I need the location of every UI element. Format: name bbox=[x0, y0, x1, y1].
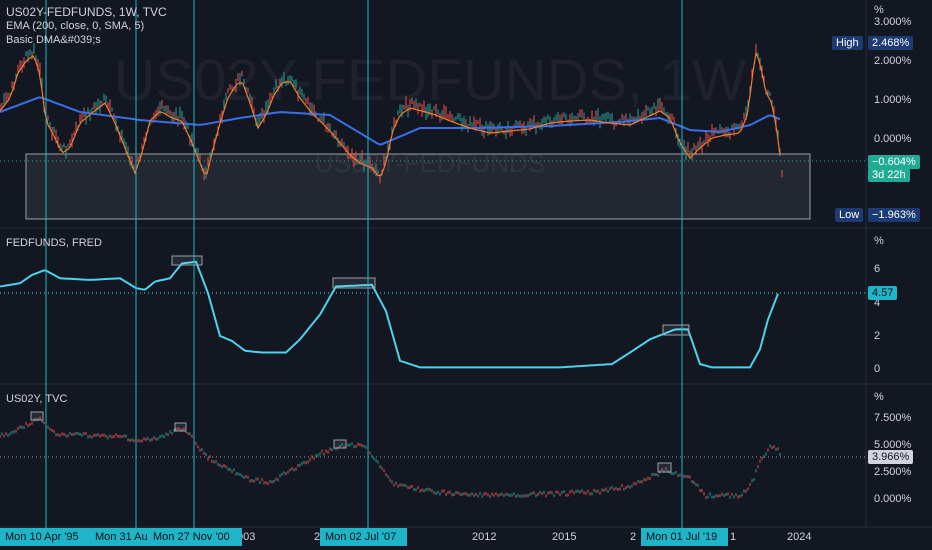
main-axis-tick: 0.000% bbox=[874, 133, 912, 145]
fedfunds-axis-tick: 6 bbox=[874, 263, 881, 275]
watermark-large: US02Y-FEDFUNDS, 1W bbox=[114, 48, 747, 113]
us02y-axis-tick: 2.500% bbox=[874, 466, 912, 478]
fedfunds-rate-line bbox=[0, 260, 779, 369]
fedfunds-current-badge: 4.57 bbox=[868, 286, 898, 300]
fedfunds-axis-tick: 2 bbox=[874, 330, 881, 342]
main-axis-unit: % bbox=[874, 4, 884, 16]
fedfunds-peak-marker bbox=[171, 255, 203, 266]
x-axis-tick: 2024 bbox=[787, 531, 812, 543]
low-value-badge: −1.963% bbox=[868, 208, 920, 222]
date-tag: Mon 27 Nov '00 bbox=[148, 528, 242, 546]
high-label: High bbox=[832, 36, 863, 50]
date-tag: Mon 31 Au bbox=[90, 528, 149, 546]
us02y-axis-unit: % bbox=[874, 391, 884, 403]
main-axis-tick: 3.000% bbox=[874, 16, 912, 28]
x-axis-tick: 1 bbox=[730, 531, 737, 543]
us02y-axis-tick: 7.500% bbox=[874, 412, 912, 424]
ema-indicator-label[interactable]: EMA (200, close, 0, SMA, 5) bbox=[6, 20, 144, 32]
us02y-pane-title[interactable]: US02Y, TVC bbox=[6, 393, 67, 405]
x-axis-tick: 2015 bbox=[552, 531, 577, 543]
bar-countdown: 3d 22h bbox=[868, 168, 910, 182]
us02y-peak-marker bbox=[174, 422, 187, 432]
us02y-current-badge: 3.966% bbox=[868, 450, 914, 464]
us02y-peak-marker bbox=[30, 411, 44, 421]
fedfunds-axis-unit: % bbox=[874, 235, 884, 247]
x-axis-tick: 2012 bbox=[472, 531, 497, 543]
main-axis-tick: 2.000% bbox=[874, 55, 912, 67]
main-axis-tick: 1.000% bbox=[874, 94, 912, 106]
us02y-axis-tick: 0.000% bbox=[874, 493, 912, 505]
current-value-badge: −0.604% bbox=[868, 155, 920, 169]
date-tag: Mon 10 Apr '95 bbox=[0, 528, 90, 546]
dma-indicator-label[interactable]: Basic DMA&#039;s bbox=[6, 34, 101, 46]
x-axis-tick: 2 bbox=[630, 531, 637, 543]
chart-window: US02Y-FEDFUNDS, 1W US02Y-FEDFUNDS US02Y-F… bbox=[0, 0, 932, 550]
low-label: Low bbox=[835, 208, 864, 222]
fedfunds-pane-title[interactable]: FEDFUNDS, FRED bbox=[6, 237, 102, 249]
date-tag: Mon 01 Jul '19 bbox=[641, 528, 728, 546]
fedfunds-axis-tick: 0 bbox=[874, 363, 881, 375]
chart-canvas[interactable]: US02Y-FEDFUNDS, 1WUS02Y-FEDFUNDS bbox=[0, 0, 932, 550]
main-symbol-title[interactable]: US02Y-FEDFUNDS, 1W, TVC bbox=[6, 5, 167, 19]
fedfunds-peak-marker bbox=[332, 277, 376, 289]
us02y-peak-marker bbox=[657, 462, 672, 473]
fedfunds-peak-marker bbox=[662, 324, 690, 336]
date-tag: Mon 02 Jul '07 bbox=[320, 528, 407, 546]
highlight-range-box bbox=[25, 153, 811, 220]
high-value-badge: 2.468% bbox=[868, 36, 914, 50]
us02y-peak-marker bbox=[333, 439, 347, 449]
